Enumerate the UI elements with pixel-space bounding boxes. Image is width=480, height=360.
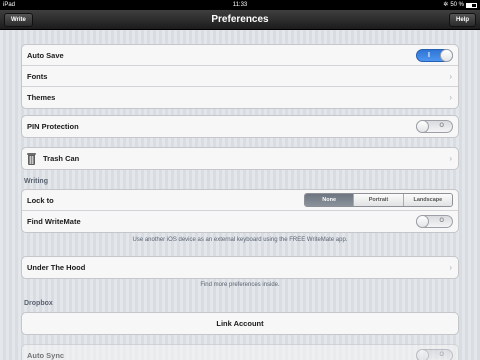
auto-save-toggle[interactable]: I [416,49,453,62]
under-the-hood-row[interactable]: Under The Hood › [22,257,458,278]
toggle-off-mark: O [439,123,444,129]
segment-landscape[interactable]: Landscape [403,194,452,206]
general-group: Auto Save I Fonts › Themes › [21,44,459,109]
link-account-label: Link Account [216,319,264,328]
chevron-right-icon: › [449,263,452,272]
toggle-off-mark: O [439,218,444,224]
pin-protection-toggle[interactable]: O [416,120,453,133]
battery-icon [466,3,477,8]
auto-save-row: Auto Save I [22,45,458,66]
lock-to-label: Lock to [27,195,54,205]
page-title: Preferences [211,14,269,25]
toggle-knob [416,120,429,133]
toggle-knob [416,349,429,360]
dropbox-group: Link Account [21,312,459,335]
trash-can-row[interactable]: Trash Can › [22,148,458,169]
chevron-right-icon: › [449,71,452,81]
auto-sync-row: Auto Sync O [22,345,458,360]
find-writemate-label: Find WriteMate [27,217,81,226]
help-button[interactable]: Help [448,13,476,27]
trash-can-label: Trash Can [43,154,80,163]
dropbox-section-header: Dropbox [24,300,53,307]
find-writemate-row: Find WriteMate O [22,211,458,232]
auto-save-label: Auto Save [27,50,64,60]
chevron-right-icon: › [449,154,452,163]
toggle-on-mark: I [428,52,430,59]
themes-row[interactable]: Themes › [22,87,458,108]
battery-percent: 50 % [450,2,464,8]
toggle-knob [440,49,453,62]
status-bar: iPad 11:33 ✲ 50 % [0,0,480,10]
toggle-knob [416,215,429,228]
auto-sync-toggle[interactable]: O [416,349,453,360]
writing-section-header: Writing [24,178,48,185]
under-hood-group: Under The Hood › [21,256,459,279]
find-writemate-toggle[interactable]: O [416,215,453,228]
pin-protection-row: PIN Protection O [22,116,458,137]
chevron-right-icon: › [449,93,452,102]
link-account-button[interactable]: Link Account [22,313,458,334]
pin-group: PIN Protection O [21,115,459,138]
auto-sync-group: Auto Sync O [21,344,459,360]
under-hood-footnote: Find more preferences inside. [200,282,280,288]
auto-sync-label: Auto Sync [27,351,65,360]
pin-protection-label: PIN Protection [27,122,79,131]
lock-to-row: Lock to None Portrait Landscape [22,190,458,211]
writing-group: Lock to None Portrait Landscape Find Wri… [21,189,459,233]
battery-status: ✲ 50 % [443,0,477,10]
navigation-bar: Write Preferences Help [0,10,480,30]
segment-none[interactable]: None [305,194,355,206]
under-the-hood-label: Under The Hood [27,263,86,272]
clock: 11:33 [232,2,248,8]
orientation-lock-control: None Portrait Landscape [304,193,453,207]
bluetooth-icon: ✲ [443,2,449,8]
writemate-footnote: Use another iOS device as an external ke… [132,237,348,243]
trash-can-icon [27,152,36,165]
fonts-row[interactable]: Fonts › [22,66,458,87]
fonts-label: Fonts [27,71,48,81]
themes-label: Themes [27,93,56,102]
segment-portrait[interactable]: Portrait [354,194,404,206]
trash-group: Trash Can › [21,147,459,170]
toggle-off-mark: O [439,352,444,358]
